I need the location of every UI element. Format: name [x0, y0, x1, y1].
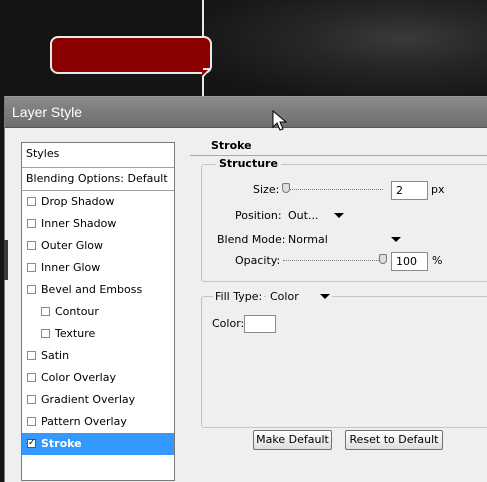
size-label: Size:: [253, 183, 280, 196]
blend-mode-label: Blend Mode:: [217, 233, 286, 246]
color-label: Color:: [212, 317, 245, 330]
style-item-label: Bevel and Emboss: [41, 283, 143, 296]
style-checkbox[interactable]: [41, 307, 50, 316]
chevron-down-icon: [391, 237, 401, 242]
opacity-slider-thumb[interactable]: [379, 254, 387, 264]
dialog-title: Layer Style: [12, 104, 83, 120]
style-item-label: Satin: [41, 349, 70, 362]
style-item-label: Pattern Overlay: [41, 415, 127, 428]
stroke-header-rule: [190, 155, 487, 156]
structure-title: Structure: [216, 157, 281, 170]
size-slider-track[interactable]: [283, 189, 383, 190]
style-item-satin[interactable]: Satin: [22, 345, 174, 367]
style-item-label: Contour: [55, 305, 99, 318]
fill-type-label: Fill Type:: [213, 290, 265, 303]
opacity-unit: %: [432, 254, 443, 267]
style-checkbox[interactable]: [27, 395, 36, 404]
opacity-input[interactable]: 100: [391, 252, 428, 271]
size-unit: px: [431, 183, 445, 196]
style-item-label: Texture: [55, 327, 96, 340]
dialog-edge-shadow: [4, 240, 8, 280]
style-item-inner-shadow[interactable]: Inner Shadow: [22, 213, 174, 235]
fill-type-value: Color: [270, 290, 299, 303]
chevron-down-icon: [334, 213, 344, 218]
style-item-bevel-and-emboss[interactable]: Bevel and Emboss: [22, 279, 174, 301]
style-item-label: Drop Shadow: [41, 195, 115, 208]
style-checkbox[interactable]: [27, 241, 36, 250]
style-item-label: Gradient Overlay: [41, 393, 136, 406]
style-item-outer-glow[interactable]: Outer Glow: [22, 235, 174, 257]
color-swatch[interactable]: [244, 315, 276, 333]
style-checkbox[interactable]: [27, 417, 36, 426]
blend-mode-dropdown[interactable]: Normal: [284, 230, 403, 249]
blend-mode-value: Normal: [288, 233, 328, 246]
style-item-drop-shadow[interactable]: Drop Shadow: [22, 191, 174, 213]
opacity-slider-track[interactable]: [283, 260, 383, 261]
reset-to-default-button[interactable]: Reset to Default: [345, 430, 443, 450]
style-checkbox[interactable]: [27, 219, 36, 228]
styles-list: Styles Blending Options: Default Drop Sh…: [21, 142, 175, 481]
styles-header[interactable]: Styles: [22, 143, 174, 168]
position-label: Position:: [235, 209, 282, 222]
style-item-label: Color Overlay: [41, 371, 116, 384]
style-item-label: Inner Glow: [41, 261, 101, 274]
position-dropdown[interactable]: Out...: [284, 206, 346, 225]
mouse-cursor-icon: [272, 110, 288, 131]
style-item-color-overlay[interactable]: Color Overlay: [22, 367, 174, 389]
style-checkbox[interactable]: [27, 351, 36, 360]
opacity-label: Opacity:: [235, 254, 281, 267]
style-checkbox[interactable]: [27, 263, 36, 272]
red-ribbon-shape: [50, 36, 212, 74]
chevron-down-icon: [320, 294, 330, 299]
style-item-label: Stroke: [41, 437, 82, 450]
style-item-pattern-overlay[interactable]: Pattern Overlay: [22, 411, 174, 433]
fill-type-dropdown[interactable]: Color: [266, 287, 332, 306]
style-checkbox[interactable]: ✓: [27, 439, 36, 448]
style-checkbox[interactable]: [27, 373, 36, 382]
blending-options-item[interactable]: Blending Options: Default: [22, 168, 174, 191]
size-slider-thumb[interactable]: [282, 183, 290, 193]
style-checkbox[interactable]: [41, 329, 50, 338]
style-item-texture[interactable]: Texture: [22, 323, 174, 345]
style-item-contour[interactable]: Contour: [22, 301, 174, 323]
make-default-button[interactable]: Make Default: [253, 430, 332, 450]
position-value: Out...: [288, 209, 319, 222]
style-item-gradient-overlay[interactable]: Gradient Overlay: [22, 389, 174, 411]
style-item-label: Outer Glow: [41, 239, 104, 252]
size-input[interactable]: 2: [391, 181, 428, 200]
dialog-titlebar[interactable]: Layer Style: [5, 97, 487, 128]
style-item-label: Inner Shadow: [41, 217, 117, 230]
stroke-panel-title: Stroke: [211, 139, 252, 152]
style-item-inner-glow[interactable]: Inner Glow: [22, 257, 174, 279]
canvas-right: [203, 0, 487, 96]
style-item-stroke[interactable]: ✓ Stroke: [22, 433, 174, 455]
style-checkbox[interactable]: [27, 285, 36, 294]
style-checkbox[interactable]: [27, 197, 36, 206]
